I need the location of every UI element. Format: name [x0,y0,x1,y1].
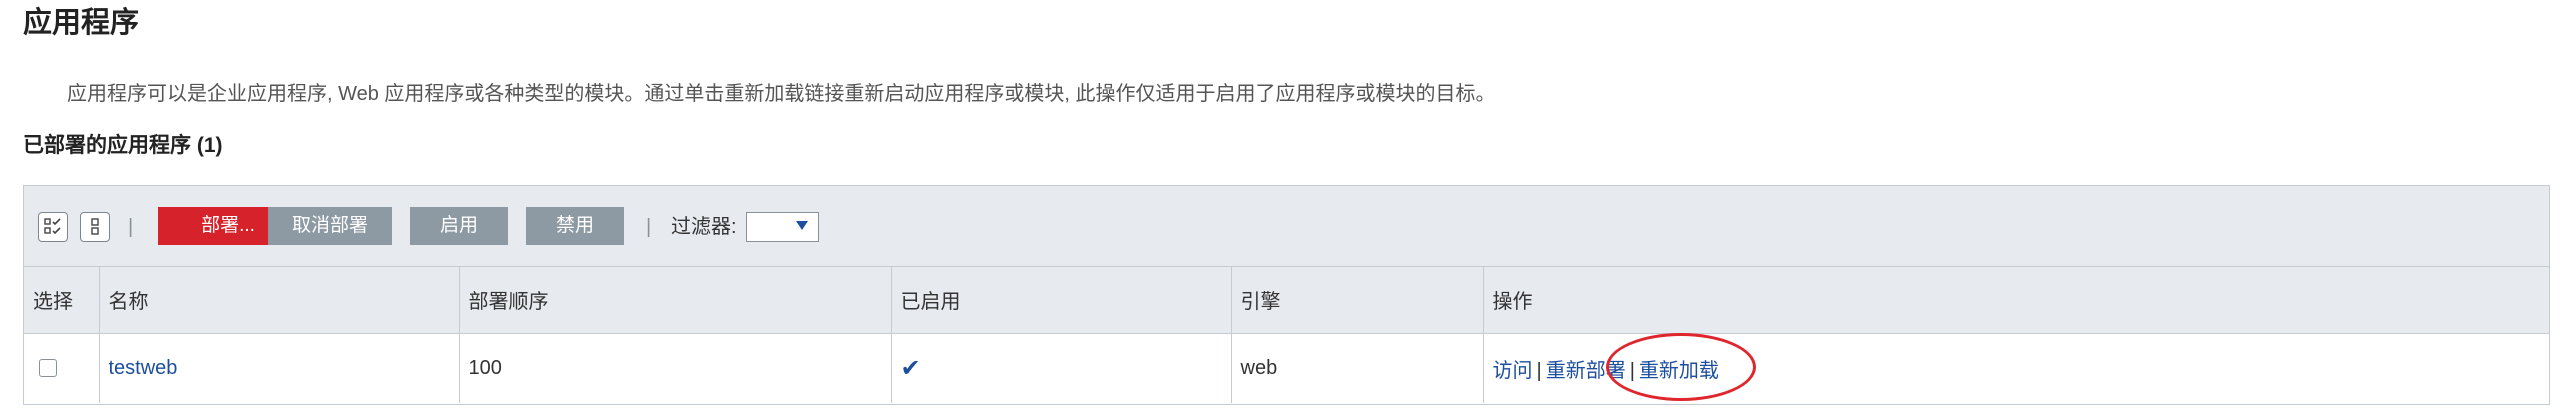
toolbar-divider: | [646,216,652,238]
select-cell [24,333,100,403]
table-row: testweb 100 ✔ web 访问 | 重新部署 | 重新加载 [24,333,2549,403]
column-header-select[interactable]: 选择 [24,267,100,334]
column-header-name[interactable]: 名称 [99,267,460,334]
action-separator: | [1629,359,1635,382]
filter-label: 过滤器: [671,216,737,238]
app-name-link[interactable]: testweb [109,357,178,379]
column-header-actions: 操作 [1483,267,2549,334]
filter-select[interactable] [746,212,819,242]
chevron-down-icon [796,221,808,230]
applications-table: | 部署... 取消部署 启用 禁用 | 过滤器: 选择 名称 部署顺序 已启用 [23,185,2550,405]
select-all-icon[interactable] [38,212,68,242]
reload-link[interactable]: 重新加载 [1639,360,1719,382]
check-icon: ✔ [900,354,921,382]
name-cell: testweb [99,333,460,403]
applications-grid: 选择 名称 部署顺序 已启用 引擎 操作 testweb 100 ✔ web 访… [24,267,2549,403]
row-checkbox[interactable] [39,359,57,378]
redeploy-link[interactable]: 重新部署 [1546,360,1626,382]
page-description: 应用程序可以是企业应用程序, Web 应用程序或各种类型的模块。通过单击重新加载… [67,83,1496,105]
enabled-cell: ✔ [891,333,1232,403]
action-separator: | [1536,359,1542,382]
visit-link[interactable]: 访问 [1493,360,1533,382]
enable-button[interactable]: 启用 [410,207,508,245]
disable-button[interactable]: 禁用 [526,207,624,245]
column-header-order[interactable]: 部署顺序 [459,267,892,334]
table-toolbar: | 部署... 取消部署 启用 禁用 | 过滤器: [24,186,2549,267]
column-header-engine[interactable]: 引擎 [1231,267,1484,334]
actions-cell: 访问 | 重新部署 | 重新加载 [1483,333,2549,403]
page-title: 应用程序 [23,7,140,39]
column-header-enabled[interactable]: 已启用 [891,267,1232,334]
table-header-row: 选择 名称 部署顺序 已启用 引擎 操作 [24,267,2549,334]
section-title: 已部署的应用程序 (1) [23,134,223,157]
deselect-all-icon[interactable] [80,212,110,242]
order-cell: 100 [459,333,892,403]
engine-cell: web [1231,333,1484,403]
undeploy-button[interactable]: 取消部署 [268,207,392,245]
toolbar-divider: | [128,216,134,238]
